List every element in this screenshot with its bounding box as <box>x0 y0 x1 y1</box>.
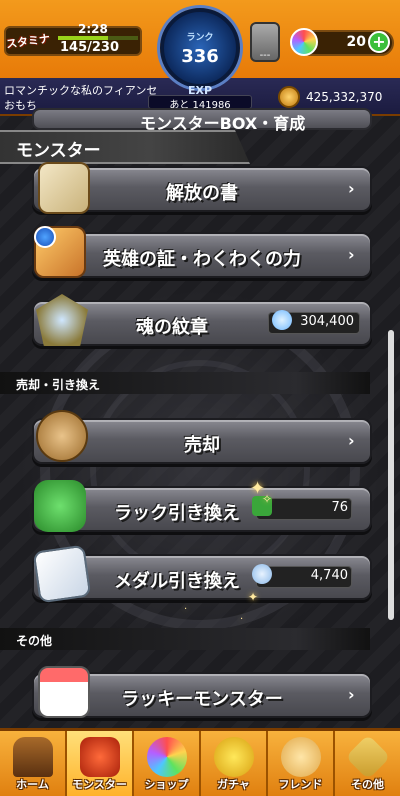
nav-monster-label: モンスター <box>72 778 127 791</box>
other-icon <box>344 734 391 780</box>
coin-icon <box>278 86 300 108</box>
chevron-right-icon: › <box>348 245 355 264</box>
shop-icon <box>146 737 187 777</box>
scrollbar-thumb[interactable] <box>388 330 394 620</box>
player-name: おもち <box>4 99 37 112</box>
monster-icon <box>79 737 120 777</box>
soul-drop-icon <box>272 310 292 330</box>
luck-count: 76 <box>331 500 348 515</box>
soul-emblem-count: 304,400 <box>300 314 354 329</box>
sparkle-icon: · <box>184 604 188 615</box>
nav-gacha-label: ガチャ <box>217 778 250 791</box>
sell-exchange-header-label: 売却・引き換え <box>16 378 101 392</box>
nav-other[interactable]: その他 <box>335 731 400 796</box>
nav-gacha[interactable]: ガチャ <box>201 731 268 796</box>
nav-friend-label: フレンド <box>278 778 323 791</box>
rank-value: 336 <box>181 46 219 67</box>
nav-shop[interactable]: ショップ <box>134 731 201 796</box>
nav-home-label: ホーム <box>16 778 49 791</box>
medal-count: 4,740 <box>310 568 348 583</box>
nav-monster[interactable]: モンスター <box>67 731 134 796</box>
frog-clover-icon <box>34 480 86 532</box>
add-orb-button[interactable]: + <box>368 31 390 53</box>
chevron-right-icon: › <box>348 685 355 704</box>
orb-count: 20 <box>346 34 366 50</box>
nav-other-label: その他 <box>351 778 384 791</box>
stamina-recovery-timer: 2:28 <box>78 22 108 36</box>
player-title: ロマンチックな私のフィアンセ <box>4 84 158 97</box>
chevron-right-icon: › <box>348 431 355 450</box>
medal-icon <box>252 564 272 584</box>
lantern-status: --- <box>259 50 271 61</box>
friend-icon <box>280 737 321 777</box>
sparkle-icon: · <box>240 614 244 625</box>
scroll-book-icon <box>38 162 90 214</box>
coin-count: 425,332,370 <box>306 90 383 104</box>
nav-friend[interactable]: フレンド <box>268 731 335 796</box>
sparkle-icon: ✦ <box>248 590 259 604</box>
nav-home[interactable]: ホーム <box>0 731 67 796</box>
orb-icon <box>290 28 318 56</box>
money-bag-icon <box>36 410 88 462</box>
bottom-nav: ホーム モンスター ショップ ガチャ フレンド その他 <box>0 728 400 796</box>
calendar-icon <box>38 666 90 718</box>
other-header-label: その他 <box>16 634 53 648</box>
chevron-right-icon: › <box>348 179 355 198</box>
hero-orb-icon <box>34 226 56 248</box>
rank-label: ランク <box>186 33 214 43</box>
section-title: モンスター <box>16 141 101 161</box>
nav-shop-label: ショップ <box>144 778 189 791</box>
stamina-value: 145/230 <box>60 40 120 55</box>
home-icon <box>12 737 53 777</box>
gacha-icon <box>213 737 254 777</box>
other-header <box>0 628 370 650</box>
medal-card-icon <box>32 544 92 604</box>
sparkle-icon: ✧ <box>262 492 273 506</box>
